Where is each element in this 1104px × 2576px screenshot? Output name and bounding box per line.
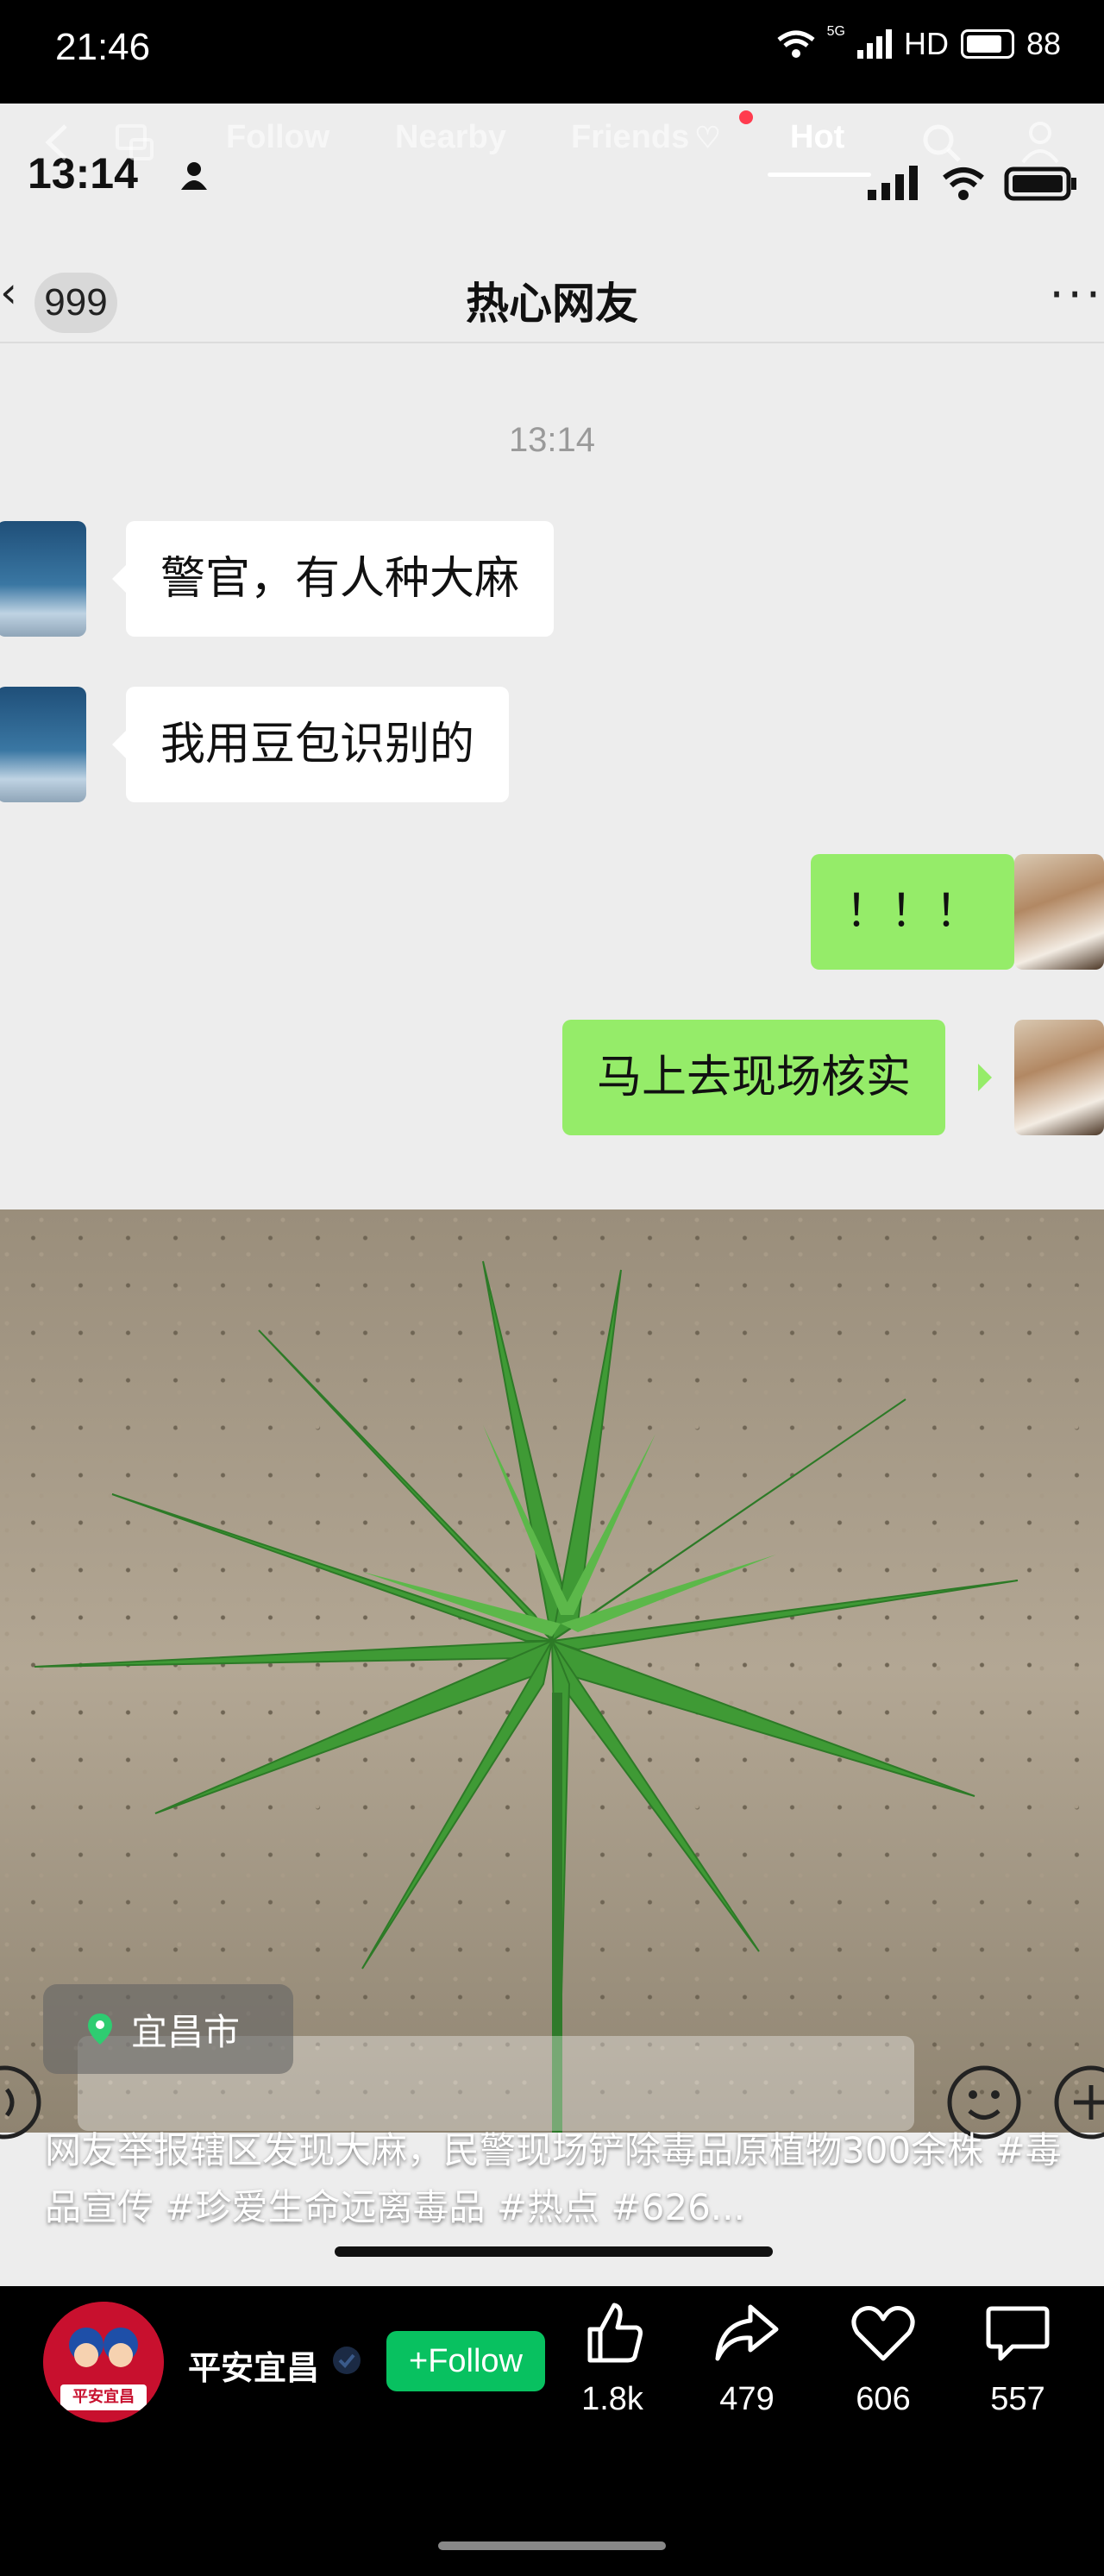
- tab-friends[interactable]: Friends ♡: [571, 119, 721, 156]
- author-name[interactable]: 平安宜昌: [188, 2341, 319, 2389]
- share-button[interactable]: 479: [695, 2298, 799, 2418]
- like-count: 1.8k: [581, 2381, 643, 2417]
- heart-outline-icon: ♡: [694, 122, 721, 154]
- screen-cast-icon[interactable]: [114, 121, 157, 164]
- avatar-text: 平安宜昌: [72, 2388, 135, 2406]
- message-bubble-incoming: 警官，有人种大麻: [126, 521, 555, 637]
- wifi-icon: [777, 30, 815, 58]
- user-avatar: [1014, 854, 1104, 970]
- location-chip[interactable]: 宜昌市: [43, 1984, 293, 2074]
- location-pin-icon: [88, 2014, 112, 2045]
- location-label: 宜昌市: [131, 2010, 241, 2053]
- like-button[interactable]: 1.8k: [561, 2298, 664, 2418]
- comment-icon: [986, 2306, 1050, 2361]
- back-icon[interactable]: [43, 123, 69, 162]
- hd-label: HD: [903, 26, 949, 61]
- verified-icon: [333, 2347, 361, 2374]
- favorite-button[interactable]: 606: [831, 2298, 935, 2418]
- chat-timestamp: 13:14: [508, 421, 596, 459]
- contact-avatar: [0, 687, 86, 802]
- status-time: 21:46: [55, 26, 151, 68]
- active-tab-indicator: [768, 173, 871, 177]
- tab-nearby[interactable]: Nearby: [395, 119, 506, 156]
- video-player[interactable]: 13:14 Follow Nearby Friends ♡ Hot ‹ 999 热…: [0, 104, 1104, 2286]
- comment-count: 557: [990, 2381, 1045, 2417]
- profile-icon[interactable]: [1018, 119, 1063, 164]
- author-avatar[interactable]: 平安宜昌: [43, 2302, 164, 2422]
- tab-hot[interactable]: Hot: [790, 119, 844, 156]
- heart-icon: [851, 2306, 915, 2361]
- follow-button[interactable]: +Follow: [386, 2331, 545, 2391]
- notification-dot: [739, 110, 753, 124]
- tab-follow[interactable]: Follow: [226, 119, 329, 156]
- favorite-count: 606: [856, 2381, 911, 2417]
- signal-icon: [856, 29, 892, 59]
- video-caption[interactable]: 网友举报辖区发现大麻，民警现场铲除毒品原植物300余株 #毒品宣传 #珍爱生命远…: [45, 2122, 1071, 2236]
- status-icons: 5G HD 88: [777, 24, 1061, 62]
- progress-scrubber[interactable]: [335, 2246, 773, 2257]
- home-indicator[interactable]: [438, 2541, 666, 2550]
- thumbs-up-icon: [587, 2303, 643, 2363]
- share-icon: [715, 2304, 779, 2361]
- battery-icon: [960, 29, 1014, 59]
- search-icon[interactable]: [921, 123, 963, 164]
- bottom-action-bar: [0, 2286, 1104, 2576]
- chat-title: 热心网友: [466, 279, 638, 329]
- message-bubble-incoming: 我用豆包识别的: [126, 687, 510, 802]
- bubble-tail: [112, 731, 126, 758]
- tab-friends-label: Friends: [571, 119, 690, 155]
- top-nav: Follow Nearby Friends ♡ Hot: [0, 104, 1104, 216]
- user-avatar: [1014, 1020, 1104, 1135]
- contact-avatar: [0, 521, 86, 637]
- network-label: 5G: [826, 24, 845, 39]
- share-count: 479: [719, 2381, 775, 2417]
- message-bubble-outgoing: 马上去现场核实: [562, 1020, 946, 1135]
- more-icon: ···: [1049, 267, 1104, 322]
- battery-level: 88: [1026, 26, 1061, 61]
- voice-icon: [0, 2065, 41, 2139]
- bubble-tail: [978, 898, 992, 926]
- comment-button[interactable]: 557: [966, 2298, 1070, 2418]
- bubble-tail: [978, 1064, 992, 1091]
- bubble-tail: [112, 565, 126, 593]
- status-bar: 21:46 5G HD 88: [0, 0, 1104, 104]
